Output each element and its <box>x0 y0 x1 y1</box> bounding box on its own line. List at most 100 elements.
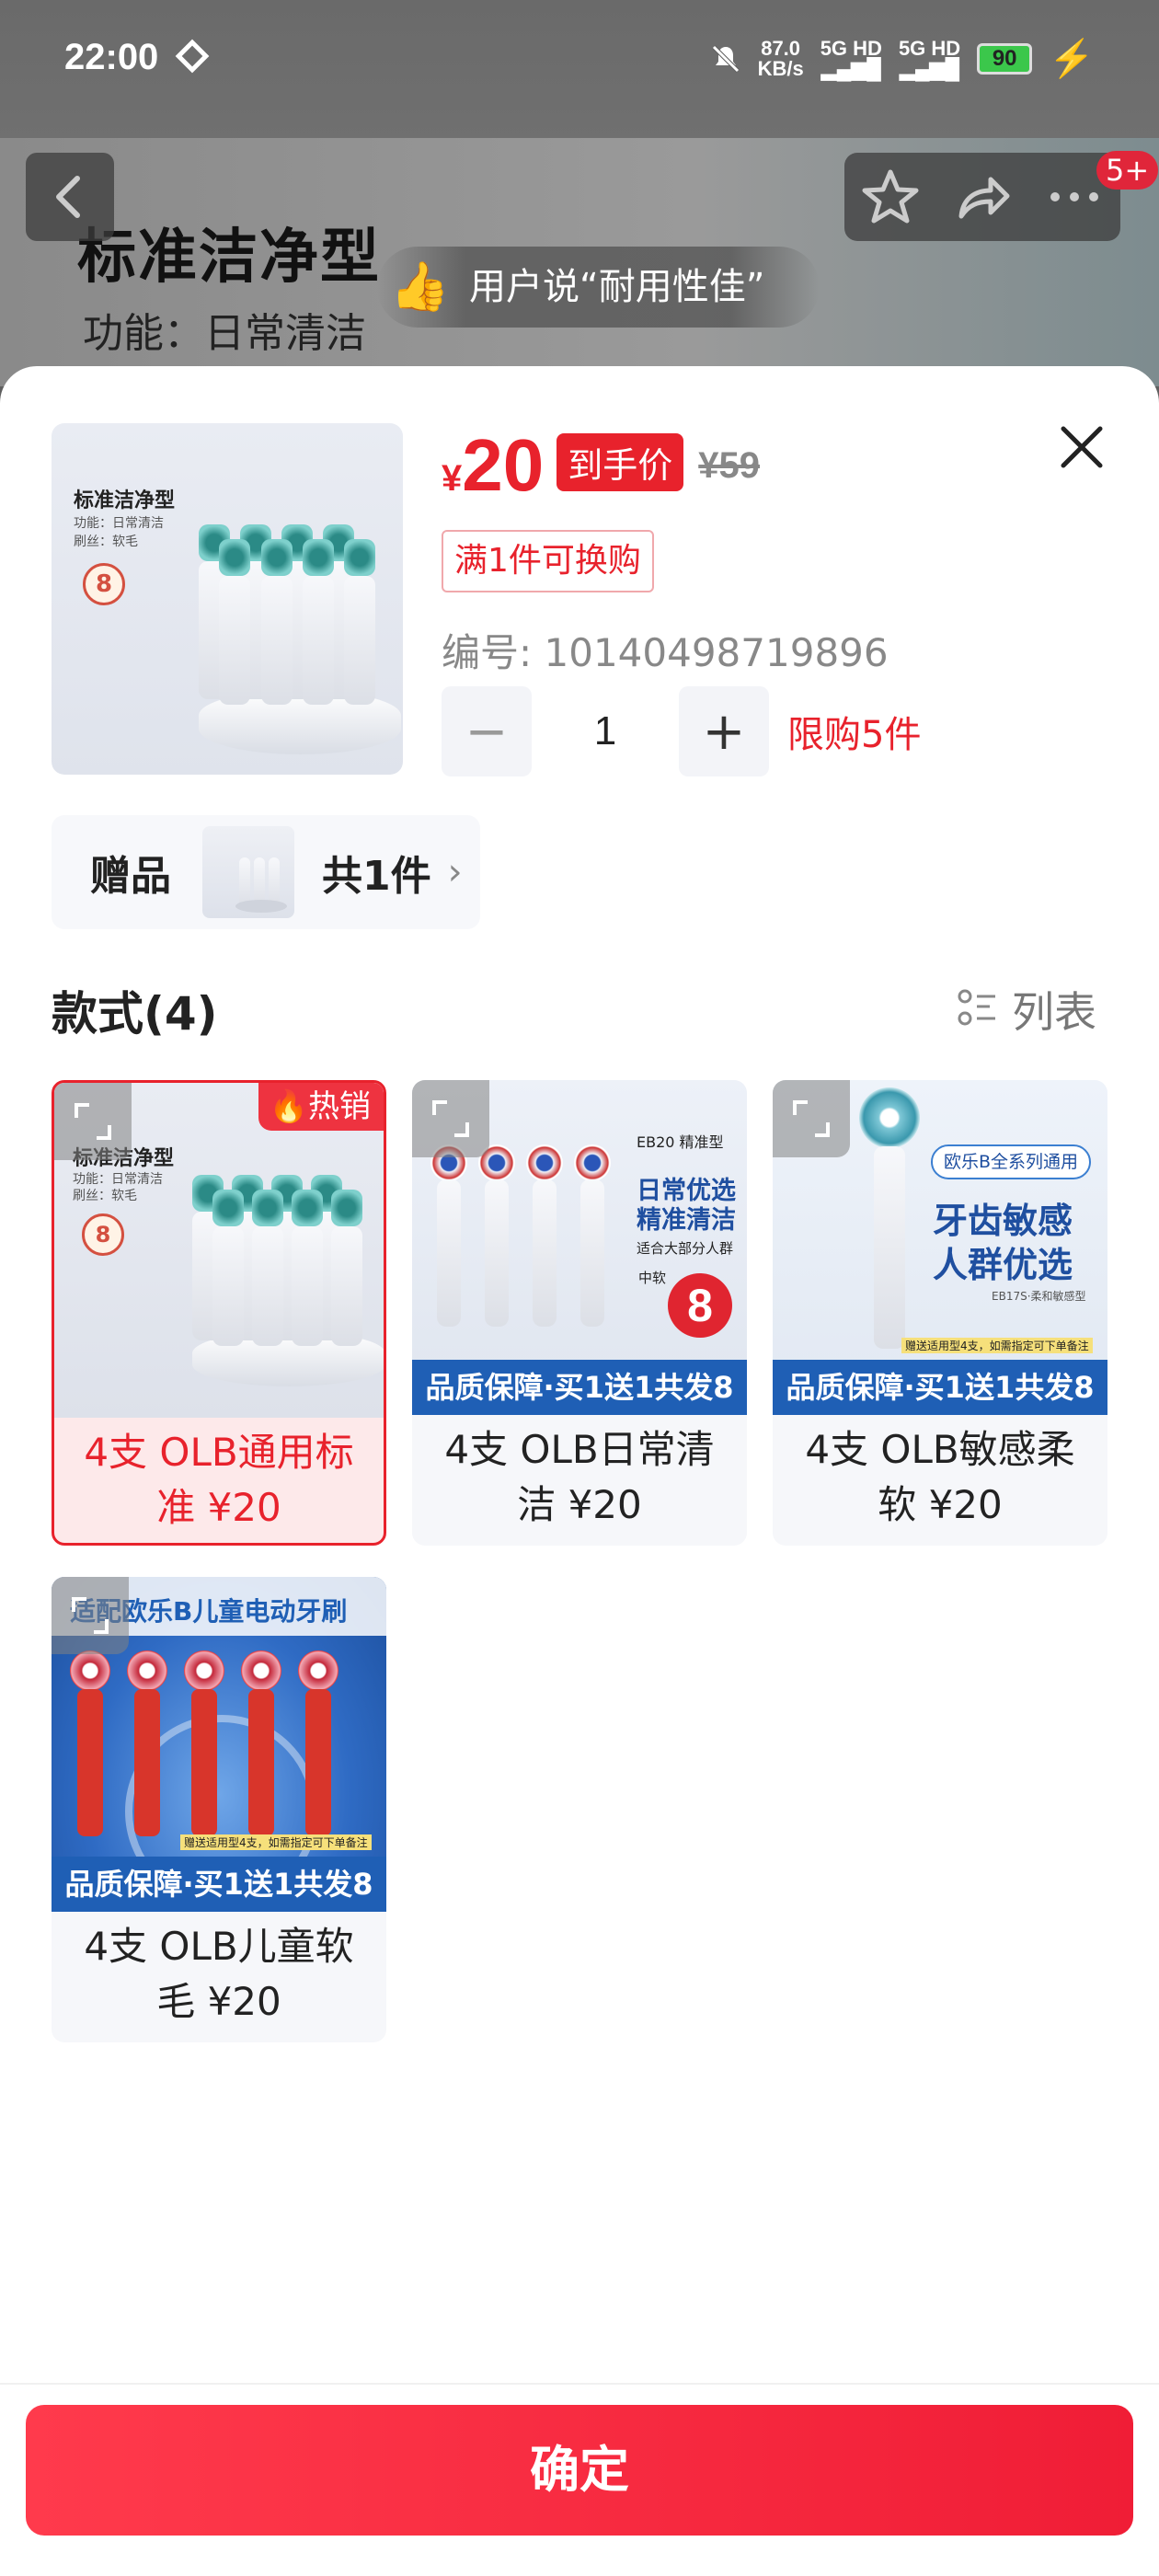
charging-icon: ⚡ <box>1049 39 1095 79</box>
brush-body <box>77 1689 103 1836</box>
quantity-minus-button[interactable]: − <box>442 686 532 776</box>
gift-label: 赠品 <box>90 853 171 900</box>
style-option-label: 4支 OLB儿童软毛 ¥20 <box>84 1924 354 2024</box>
vpn-icon <box>175 39 210 74</box>
brush-body <box>292 1226 323 1346</box>
brush-head <box>859 1087 920 1148</box>
image-title: 标准洁净型 <box>74 489 176 512</box>
confirm-bar: 确定 <box>0 2383 1159 2576</box>
mute-icon <box>711 44 740 73</box>
image-headline-2: 精准清洁 <box>637 1206 736 1235</box>
hero-function-line: 功能：日常清洁 <box>83 310 366 357</box>
back-button[interactable] <box>26 153 114 241</box>
gift-count: 共1件 <box>322 853 431 900</box>
styles-heading: 款式(4) <box>52 987 218 1041</box>
status-time: 22:00 <box>64 37 159 77</box>
brush-head <box>574 1144 611 1181</box>
image-note: 赠送适用型4支，如需指定可下单备注 <box>901 1338 1093 1353</box>
image-note: 赠送适用型4支，如需指定可下单备注 <box>180 1834 372 1850</box>
list-icon <box>958 989 995 1026</box>
brush-head <box>184 1650 224 1691</box>
brush-head <box>344 539 375 576</box>
image-model: EB20 精准型 <box>637 1133 724 1151</box>
brush-body <box>874 1146 905 1349</box>
brush-body <box>248 1689 274 1836</box>
quality-banner: 品质保障·买1送1共发8支 <box>773 1360 1107 1415</box>
hot-sale-badge: 🔥热销 <box>258 1083 384 1131</box>
sim2-signal: 5G HD ▂▄▆█ <box>898 36 961 79</box>
brush-head <box>331 1190 362 1226</box>
brush-head <box>261 539 293 576</box>
original-price: ¥59 <box>698 445 760 486</box>
flame-icon: 🔥 <box>269 1088 308 1125</box>
style-option-label: 4支 OLB通用标准 ¥20 <box>84 1430 354 1530</box>
brush-head <box>212 1190 244 1226</box>
brush-head <box>252 1190 283 1226</box>
brush-body <box>344 576 375 705</box>
image-headline-1: 牙齿敏感 <box>933 1201 1073 1241</box>
net-speed: 87.0 KB/s <box>757 36 804 80</box>
expand-icon[interactable] <box>773 1080 850 1157</box>
style-option-4[interactable]: 适配欧乐B儿童电动牙刷 赠送适用型4支，如需指定可下单备注 品质保障·买1送1共… <box>52 1577 386 2042</box>
image-softness: 中软 <box>638 1270 667 1286</box>
battery-icon: 90 <box>977 42 1033 75</box>
brush-body <box>331 1226 362 1346</box>
sim2-label: 5G HD <box>898 36 961 60</box>
sim1-signal: 5G HD ▂▄▆█ <box>820 36 882 80</box>
brush-body <box>485 1179 509 1327</box>
style-option-3[interactable]: 欧乐B全系列通用 牙齿敏感 人群优选 EB17S·柔和敏感型 赠送适用型4支，如… <box>773 1080 1107 1546</box>
expand-icon[interactable] <box>412 1080 489 1157</box>
style-option-1[interactable]: 标准洁净型 功能：日常清洁 刷丝：软毛 8 🔥热销 4支 OLB通用标准 ¥20 <box>52 1080 386 1546</box>
review-highlight-pill: 👍 用户说“耐用性佳” <box>377 247 820 328</box>
brush-body <box>219 576 250 705</box>
quantity-plus-button[interactable]: + <box>679 686 769 776</box>
style-option-label: 4支 OLB日常清洁 ¥20 <box>444 1427 715 1527</box>
signal-icon: ▂▄▆█ <box>820 56 881 80</box>
hot-sale-text: 热销 <box>308 1088 371 1125</box>
review-text: 用户说“耐用性佳” <box>469 266 765 308</box>
pack-count-badge: 8 <box>668 1273 732 1338</box>
brush-head <box>292 1190 323 1226</box>
brush-head <box>70 1650 110 1691</box>
brush-body <box>533 1179 557 1327</box>
list-view-toggle[interactable]: 列表 <box>957 979 1096 1040</box>
promo-tag: 满1件可换购 <box>442 530 654 592</box>
brush-body <box>580 1179 604 1327</box>
sim1-label: 5G HD <box>820 36 882 60</box>
hero-product-title: 标准洁净型 <box>77 224 381 292</box>
brush-head <box>127 1650 167 1691</box>
net-speed-value: 87.0 <box>761 36 801 60</box>
gift-thumbnail <box>202 826 294 918</box>
top-action-group <box>844 153 1120 241</box>
image-line1: 功能：日常清洁 <box>73 1172 163 1187</box>
confirm-button[interactable]: 确定 <box>26 2405 1133 2536</box>
image-chip: 欧乐B全系列通用 <box>931 1144 1092 1179</box>
back-icon <box>56 176 80 218</box>
price-row: ¥ 20 到手价 ¥59 <box>442 429 760 504</box>
quantity-value[interactable]: 1 <box>532 708 679 754</box>
net-speed-unit: KB/s <box>757 56 804 80</box>
selected-product-image[interactable]: 标准洁净型 功能：日常清洁 刷丝：软毛 8 <box>52 423 403 775</box>
brush-head <box>241 1650 281 1691</box>
brush-head <box>303 539 334 576</box>
brush-body <box>212 1226 244 1346</box>
quality-banner: 品质保障·买1送1共发8支 <box>52 1857 386 1912</box>
gift-row[interactable]: 赠品 共1件 › <box>52 815 480 929</box>
star-icon[interactable] <box>858 165 923 229</box>
share-icon[interactable] <box>950 165 1015 229</box>
purchase-limit: 限购5件 <box>787 714 922 756</box>
sku-number: 编号: 10140498719896 <box>442 630 889 675</box>
image-model: EB17S·柔和敏感型 <box>992 1290 1086 1303</box>
expand-icon[interactable] <box>52 1577 129 1654</box>
image-line2: 刷丝：软毛 <box>73 1189 137 1203</box>
status-right-cluster: 87.0 KB/s 5G HD ▂▄▆█ 5G HD ▂▄▆█ 90 ⚡ <box>710 37 1095 80</box>
image-line2: 刷丝：软毛 <box>74 535 138 549</box>
image-subtitle: 适合大部分人群 <box>637 1240 734 1257</box>
brush-body <box>305 1689 331 1836</box>
style-option-2[interactable]: EB20 精准型 日常优选 精准清洁 适合大部分人群 中软 8 品质保障·买1送… <box>412 1080 747 1546</box>
style-option-label: 4支 OLB敏感柔软 ¥20 <box>805 1427 1075 1527</box>
brush-body <box>191 1689 217 1836</box>
image-headline-2: 人群优选 <box>933 1245 1073 1285</box>
expand-icon[interactable] <box>54 1083 132 1160</box>
close-icon[interactable] <box>1054 420 1109 475</box>
